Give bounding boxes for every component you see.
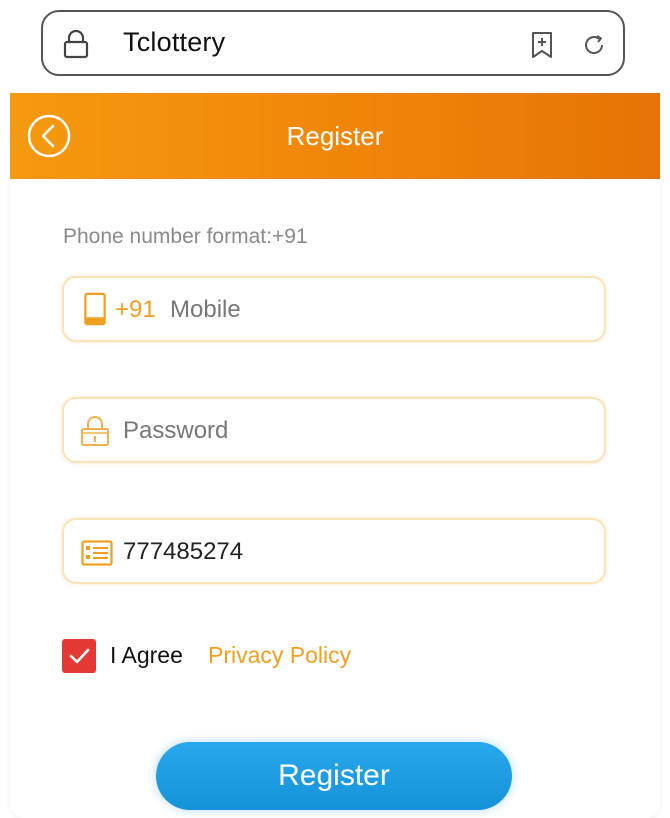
invite-code-field[interactable]: 777485274 <box>62 518 606 584</box>
agree-label: I Agree <box>110 642 183 668</box>
register-button[interactable]: Register <box>156 742 512 810</box>
phone-icon <box>84 292 106 326</box>
country-code-prefix: +91 <box>115 296 156 323</box>
list-card-icon <box>81 540 113 566</box>
bookmark-add-icon[interactable] <box>530 31 554 59</box>
privacy-policy-link[interactable]: Privacy Policy <box>208 642 351 669</box>
mobile-field[interactable]: +91 Mobile <box>62 276 606 342</box>
browser-url-bar[interactable]: Tclottery <box>41 10 625 76</box>
password-input-placeholder[interactable]: Password <box>123 417 228 445</box>
reload-icon[interactable] <box>582 33 606 57</box>
lock-icon <box>63 29 89 59</box>
password-field[interactable]: Password <box>62 397 606 463</box>
check-icon <box>69 648 90 664</box>
page-header: Register <box>10 93 660 179</box>
invite-code-value[interactable]: 777485274 <box>123 538 243 566</box>
lock-icon <box>81 416 109 446</box>
agree-checkbox[interactable] <box>62 639 96 673</box>
page-title: Register <box>286 121 384 151</box>
register-form: Phone number format:+91 +91 Mobile Passw… <box>10 179 660 818</box>
phone-format-hint: Phone number format:+91 <box>63 225 308 248</box>
browser-site-title: Tclottery <box>123 27 226 57</box>
mobile-input-placeholder[interactable]: Mobile <box>170 296 241 324</box>
